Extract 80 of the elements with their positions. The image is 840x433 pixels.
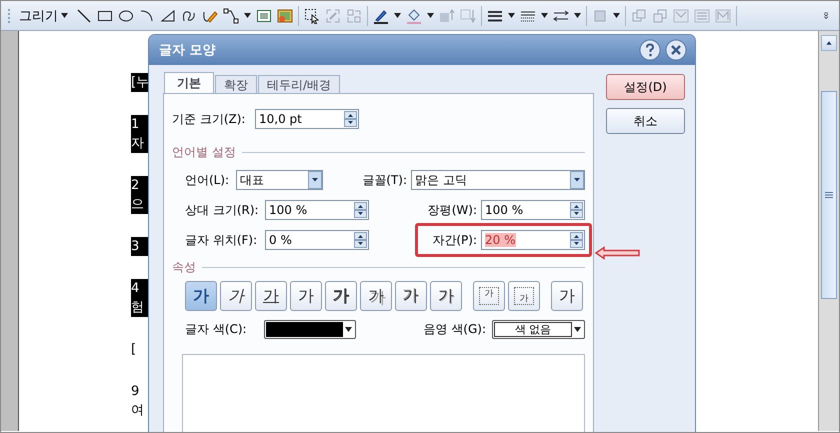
field-label: 장평(W): bbox=[428, 202, 477, 218]
caret-icon[interactable] bbox=[541, 13, 548, 18]
attribute-button[interactable]: 가 bbox=[508, 281, 540, 311]
color-dropdown[interactable]: 색 없음 bbox=[492, 320, 585, 338]
help-button[interactable] bbox=[639, 39, 661, 61]
document-text: [ bbox=[131, 341, 138, 359]
dialog-title: 글자 모양 bbox=[159, 42, 217, 59]
line-icon[interactable] bbox=[76, 8, 92, 24]
picture-frame-icon[interactable] bbox=[277, 8, 293, 24]
field-label: 글자 색(C): bbox=[185, 320, 248, 338]
arrow-icon bbox=[595, 246, 640, 260]
attribute-button[interactable]: 가 bbox=[290, 281, 322, 311]
field-label: 글꼴(T): bbox=[362, 172, 407, 188]
caret-icon[interactable] bbox=[244, 13, 251, 18]
attribute-button[interactable]: 가 bbox=[430, 281, 462, 311]
attribute-button[interactable]: 가 bbox=[360, 281, 392, 311]
document-text: 여 bbox=[131, 402, 145, 420]
paint-bucket-icon[interactable] bbox=[406, 8, 422, 24]
document-text: 1 bbox=[131, 116, 140, 134]
close-button[interactable] bbox=[665, 39, 687, 61]
arrow-style-icon[interactable] bbox=[553, 8, 569, 24]
spin-buttons[interactable] bbox=[570, 232, 583, 248]
field-label: 글자 위치(F): bbox=[185, 232, 258, 248]
attribute-button[interactable]: 가 bbox=[185, 281, 217, 311]
spin-buttons[interactable] bbox=[570, 202, 583, 218]
field-label: 기준 크기(Z): bbox=[172, 110, 246, 128]
spin-buttons[interactable] bbox=[354, 202, 367, 218]
field-label: 언어(L): bbox=[185, 172, 230, 188]
caret-icon bbox=[345, 326, 352, 332]
caret-icon[interactable] bbox=[508, 13, 515, 18]
document-text: 험 bbox=[131, 299, 145, 317]
dropdown-field[interactable]: 맑은 고딕 bbox=[411, 170, 585, 190]
attribute-button[interactable]: 가 bbox=[473, 281, 505, 311]
spin-buttons[interactable] bbox=[344, 111, 357, 127]
arc-icon[interactable] bbox=[139, 8, 155, 24]
document-text: [누 bbox=[131, 74, 148, 92]
spin-field[interactable]: 100 % bbox=[481, 200, 585, 220]
field-label: 자간(P): bbox=[432, 232, 477, 248]
scroll-up-button[interactable] bbox=[821, 35, 837, 51]
draw-menu-button[interactable]: 그리기 bbox=[16, 4, 71, 26]
spin-field[interactable]: 10,0 pt bbox=[255, 109, 359, 129]
tab[interactable]: 기본 bbox=[164, 72, 214, 93]
scroll-thumb[interactable] bbox=[821, 91, 837, 299]
caret-icon bbox=[574, 326, 581, 332]
attribute-button[interactable]: 가 bbox=[395, 281, 427, 311]
tab[interactable]: 테두리/배경 bbox=[258, 75, 340, 93]
document-text: 2 bbox=[131, 177, 140, 195]
tab[interactable]: 확장 bbox=[215, 75, 257, 93]
caret-icon[interactable] bbox=[574, 13, 581, 18]
section-title: 언어별 설정 bbox=[172, 144, 236, 161]
spin-buttons[interactable] bbox=[354, 232, 367, 248]
dialog-button[interactable]: 취소 bbox=[606, 108, 685, 134]
ellipse-icon[interactable] bbox=[118, 8, 134, 24]
attribute-button[interactable]: 가 bbox=[551, 281, 583, 311]
field-label: 음영 색(G): bbox=[423, 320, 486, 338]
document-text: 4 bbox=[131, 280, 140, 298]
caret-icon[interactable] bbox=[613, 13, 620, 18]
toolbar-grip-icon[interactable] bbox=[7, 8, 11, 24]
spin-field[interactable]: 100 % bbox=[265, 200, 369, 220]
attribute-button[interactable]: 가 bbox=[255, 281, 287, 311]
dialog-button[interactable]: 설정(D) bbox=[606, 74, 685, 100]
section-title: 속성 bbox=[172, 259, 196, 276]
caret-icon bbox=[61, 13, 68, 18]
spin-field[interactable]: 0 % bbox=[265, 230, 369, 250]
textbox-icon[interactable] bbox=[256, 8, 272, 24]
pen-color-icon[interactable] bbox=[373, 8, 389, 24]
document-text: 9 bbox=[131, 383, 140, 401]
attribute-button[interactable]: 가 bbox=[220, 281, 252, 311]
document-text: 으 bbox=[131, 196, 145, 214]
attribute-button[interactable]: 가 bbox=[325, 281, 357, 311]
dropdown-field[interactable]: 대표 bbox=[236, 170, 323, 190]
polygon-icon[interactable] bbox=[160, 8, 176, 24]
select-icon[interactable] bbox=[304, 8, 320, 24]
color-dropdown[interactable] bbox=[264, 320, 356, 338]
caret-icon[interactable] bbox=[394, 13, 401, 18]
field-label: 상대 크기(R): bbox=[185, 202, 260, 218]
document-text: 자 bbox=[131, 135, 145, 153]
caret-icon[interactable] bbox=[427, 13, 434, 18]
connector-icon[interactable] bbox=[223, 8, 239, 24]
document-text: 3 bbox=[131, 238, 140, 256]
